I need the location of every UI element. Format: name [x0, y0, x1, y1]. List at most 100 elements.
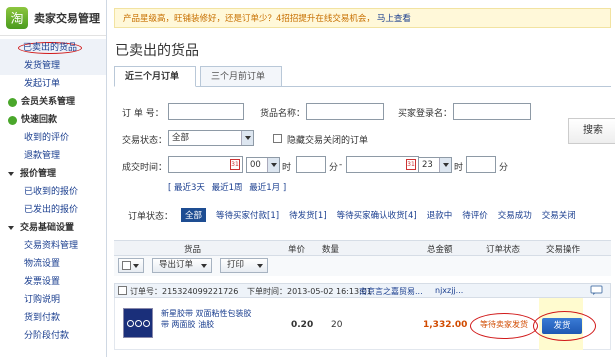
table-toolbar: 导出订单 打印 — [114, 256, 611, 276]
total-amount: 1,332.00 — [423, 320, 468, 330]
brand: 淘 卖家交易管理 — [0, 0, 106, 36]
quick-range-1-month[interactable]: 最近1月 ] — [249, 183, 286, 193]
hide-closed-label: 隐藏交易关闭的订单 — [287, 136, 369, 146]
filter-all[interactable]: 全部 — [181, 208, 207, 222]
hour-unit-label-2: 时 — [454, 163, 464, 173]
tab-bar: 近三个月订单 三个月前订单 — [114, 66, 611, 87]
chevron-down-icon — [241, 131, 253, 145]
filter-to-review[interactable]: 待评价 — [462, 209, 488, 221]
time-label: 成交时间： — [122, 163, 168, 173]
filter-label: 订单状态： — [128, 211, 174, 222]
end-hour-select[interactable]: 23 — [418, 157, 452, 173]
sidebar-group-trade-settings[interactable]: 交易基础设置 — [0, 219, 106, 237]
filter-refunding[interactable]: 退款中 — [427, 209, 453, 221]
order-checkbox[interactable] — [118, 286, 127, 295]
triangle-down-icon — [8, 172, 14, 176]
chevron-down-icon — [133, 264, 139, 268]
green-dot-icon — [8, 97, 17, 107]
table-header: 货品 单价 数量 总金额 订单状态 交易操作 — [114, 240, 611, 256]
goods-name-label: 货品名称： — [260, 109, 306, 119]
sidebar-item-order-notes[interactable]: 订购说明 — [0, 291, 106, 309]
unit-price: 0.20 — [291, 320, 314, 330]
sidebar-group-fast-payback[interactable]: 快速回款 — [0, 111, 106, 129]
col-actions: 交易操作 — [546, 245, 581, 255]
sidebar-item-installment[interactable]: 分阶段付款 — [0, 327, 106, 345]
quick-range-1-week[interactable]: 最近1周 — [212, 183, 243, 193]
sidebar-item-logistics[interactable]: 物流设置 — [0, 255, 106, 273]
tab-recent-3-months[interactable]: 近三个月订单 — [114, 66, 196, 87]
page-title: 已卖出的货品 — [115, 43, 199, 59]
trade-status-label: 交易状态： — [122, 136, 168, 146]
order-number: 订单号：215324099221726 — [130, 287, 239, 296]
sidebar-item-trade-info[interactable]: 交易资料管理 — [0, 237, 106, 255]
sidebar-group-quote[interactable]: 报价管理 — [0, 165, 106, 183]
print-button[interactable]: 打印 — [220, 258, 268, 273]
ship-button[interactable]: 发货 — [542, 318, 582, 334]
tab-before-3-months[interactable]: 三个月前订单 — [200, 66, 282, 87]
end-minute-input[interactable] — [466, 156, 496, 173]
order-buyer[interactable]: njxzjj... — [435, 286, 463, 295]
start-date-input[interactable]: 31 — [168, 156, 243, 173]
search-button[interactable]: 搜索 — [568, 118, 615, 144]
brand-title: 卖家交易管理 — [34, 11, 100, 25]
sidebar-item-reviews[interactable]: 收到的评价 — [0, 129, 106, 147]
order-time: 下单时间：2013-05-02 16:13:01 — [247, 287, 372, 296]
buyer-label: 买家登录名： — [398, 109, 453, 119]
product-title[interactable]: 新星胶带 双面粘性包装胶带 两面胶 油胶 — [161, 308, 253, 330]
filter-closed[interactable]: 交易关闭 — [542, 209, 576, 221]
triangle-down-icon — [8, 226, 14, 230]
quantity: 20 — [331, 320, 343, 330]
filter-awaiting-payment[interactable]: 等待买家付款[1] — [216, 209, 279, 221]
sidebar-item-quotes-received[interactable]: 已收到的报价 — [0, 183, 106, 201]
sidebar-item-shipping[interactable]: 发货管理 — [0, 57, 106, 75]
col-goods: 货品 — [184, 245, 202, 255]
select-all-dropdown[interactable] — [118, 258, 144, 273]
green-dot-icon — [8, 115, 17, 125]
order-no-label: 订 单 号： — [122, 109, 164, 119]
sidebar-item-cod[interactable]: 货到付款 — [0, 309, 106, 327]
sidebar-item-create-order[interactable]: 发起订单 — [0, 75, 106, 93]
order-no-input[interactable] — [168, 103, 244, 120]
sidebar: 淘 卖家交易管理 已卖出的货品 发货管理 发起订单 会员关系管理 快速回款 收到… — [0, 0, 107, 357]
end-date-input[interactable]: 31 — [346, 156, 419, 173]
sidebar-item-refunds[interactable]: 退款管理 — [0, 147, 106, 165]
export-orders-button[interactable]: 导出订单 — [152, 258, 212, 273]
quick-range-3-days[interactable]: [ 最近3天 — [168, 183, 205, 193]
product-thumbnail[interactable] — [123, 308, 153, 338]
quick-range-links: [ 最近3天 最近1周 最近1月 ] — [168, 181, 290, 193]
notice-bar: 产品星级高，旺铺装修好，还是订单少？4招招提升在线交易机会， 马上查看 — [114, 8, 611, 28]
sidebar-item-invoice[interactable]: 发票设置 — [0, 273, 106, 291]
start-hour-select[interactable]: 00 — [246, 157, 280, 173]
buyer-input[interactable] — [453, 103, 531, 120]
trade-status-select[interactable]: 全部 — [168, 130, 254, 146]
col-status: 订单状态 — [486, 245, 521, 255]
filter-awaiting-receipt[interactable]: 等待买家确认收货[4] — [337, 209, 417, 221]
calendar-icon[interactable]: 31 — [406, 159, 416, 170]
taobao-app-icon: 淘 — [6, 6, 28, 29]
sidebar-item-quotes-sent[interactable]: 已发出的报价 — [0, 201, 106, 219]
filter-to-ship[interactable]: 待发货[1] — [289, 209, 327, 221]
main-content: 产品星级高，旺铺装修好，还是订单少？4招招提升在线交易机会， 马上查看 已卖出的… — [108, 0, 615, 357]
calendar-icon[interactable]: 31 — [230, 159, 240, 170]
chevron-down-icon — [439, 158, 451, 172]
order-status: 等待卖家发货 — [470, 313, 538, 339]
hour-unit-label: 时 — [282, 163, 292, 173]
minute-unit-label-2: 分 — [499, 163, 509, 173]
status-filter: 订单状态： 全部 等待买家付款[1] 待发货[1] 等待买家确认收货[4] 退款… — [114, 206, 611, 224]
start-minute-input[interactable] — [296, 156, 326, 173]
chevron-down-icon — [257, 264, 263, 268]
table-row: 新星胶带 双面粘性包装胶带 两面胶 油胶 0.20 20 1,332.00 等待… — [114, 298, 611, 350]
chat-icon[interactable] — [590, 285, 606, 296]
sidebar-item-sold-goods[interactable]: 已卖出的货品 — [0, 39, 106, 57]
select-all-checkbox[interactable] — [122, 261, 131, 270]
sidebar-group-member[interactable]: 会员关系管理 — [0, 93, 106, 111]
range-dash: - — [339, 160, 343, 170]
col-total: 总金额 — [427, 245, 453, 255]
hide-closed-checkbox[interactable] — [273, 134, 282, 143]
notice-link[interactable]: 马上查看 — [377, 12, 411, 24]
filter-success[interactable]: 交易成功 — [498, 209, 532, 221]
order-header: 订单号：215324099221726 下单时间：2013-05-02 16:1… — [114, 283, 611, 298]
col-unit-price: 单价 — [288, 245, 306, 255]
order-company[interactable]: 南京言之嘉贸易... — [359, 286, 423, 297]
goods-name-input[interactable] — [306, 103, 384, 120]
